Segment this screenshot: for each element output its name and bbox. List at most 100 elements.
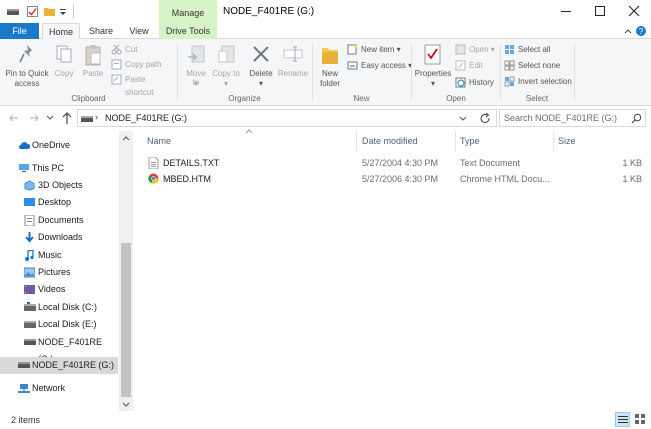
file-row[interactable]: DETAILS.TXT 5/27/2004 4:30 PM Text Docum… <box>145 155 645 171</box>
edit-label: Edit <box>469 61 483 70</box>
nav-item-onedrive[interactable]: OneDrive <box>0 137 118 154</box>
minimize-button[interactable] <box>549 0 583 23</box>
help-icon[interactable]: ? <box>635 25 647 37</box>
maximize-button[interactable] <box>583 0 617 23</box>
nav-item-label: This PC <box>32 163 65 173</box>
nav-item-local-disk-c[interactable]: Local Disk (C:) <box>0 299 118 316</box>
up-arrow-icon[interactable] <box>61 111 73 125</box>
select-none-button[interactable]: Select none <box>504 59 574 72</box>
paste-button[interactable]: Paste <box>80 42 106 92</box>
download-arrow-icon <box>25 232 34 243</box>
column-header-size[interactable]: Size <box>558 133 618 150</box>
tab-share[interactable]: Share <box>82 23 120 39</box>
invert-selection-button[interactable]: Invert selection <box>504 75 579 88</box>
nav-item-label: Pictures <box>38 267 71 277</box>
address-dropdown-icon[interactable] <box>459 115 467 123</box>
search-box[interactable]: Search NODE_F401RE (G:) <box>499 109 646 127</box>
close-button[interactable] <box>617 0 651 23</box>
file-size: 1 KB <box>622 174 642 184</box>
copy-icon <box>56 45 72 63</box>
recent-locations-chevron-icon[interactable] <box>46 114 54 122</box>
ribbon: Pin to Quick access Copy Paste Cut Copy … <box>0 39 651 106</box>
copy-path-button[interactable]: Copy path <box>111 58 176 71</box>
scrollbar-thumb[interactable] <box>121 243 131 397</box>
group-label-new: New <box>353 94 370 103</box>
easy-access-label: Easy access <box>361 61 406 70</box>
nav-item-local-disk-e[interactable]: Local Disk (E:) <box>0 316 118 333</box>
history-label: History <box>469 78 494 87</box>
nav-item-music[interactable]: Music <box>0 247 118 264</box>
column-divider[interactable] <box>455 131 456 151</box>
new-item-button[interactable]: New item ▾ <box>347 43 412 56</box>
breadcrumb-separator-icon[interactable]: › <box>95 112 98 122</box>
pin-icon <box>19 45 32 63</box>
nav-item-desktop[interactable]: Desktop <box>0 194 118 211</box>
tab-file[interactable]: File <box>0 23 39 39</box>
paste-shortcut-icon <box>111 74 122 85</box>
edit-button[interactable]: Edit <box>455 59 500 72</box>
large-icons-view-button[interactable] <box>633 412 648 427</box>
delete-button[interactable]: Delete ▾ <box>247 42 275 92</box>
tab-view[interactable]: View <box>122 23 156 39</box>
customize-quick-access-icon[interactable] <box>59 6 67 17</box>
scroll-up-icon[interactable] <box>122 134 130 142</box>
open-label: Open <box>469 45 489 54</box>
window-title: NODE_F401RE (G:) <box>223 6 315 17</box>
column-divider[interactable] <box>356 131 357 151</box>
column-header-type[interactable]: Type <box>460 133 550 150</box>
tab-home[interactable]: Home <box>42 23 80 40</box>
file-size: 1 KB <box>622 158 642 168</box>
nav-item-3d-objects[interactable]: 3D Objects <box>0 177 118 194</box>
pin-label: Pin to Quick access <box>5 69 49 88</box>
cube-icon <box>24 180 35 191</box>
collapse-ribbon-icon[interactable] <box>623 26 633 36</box>
back-arrow-icon[interactable] <box>8 112 20 124</box>
edit-icon <box>455 60 466 71</box>
file-row[interactable]: MBED.HTM 5/27/2006 4:30 PM Chrome HTML D… <box>145 171 645 187</box>
nav-item-node-f401re-g-selected[interactable]: NODE_F401RE (G:) <box>0 357 118 374</box>
properties-button[interactable]: Properties ▾ <box>414 42 452 92</box>
drive-icon[interactable] <box>6 6 20 17</box>
usb-drive-icon <box>24 339 36 345</box>
history-button[interactable]: History <box>455 76 500 89</box>
open-button[interactable]: Open ▾ <box>455 43 500 56</box>
column-header-name[interactable]: Name <box>147 133 352 150</box>
column-header-date-modified[interactable]: Date modified <box>362 133 452 150</box>
refresh-icon[interactable] <box>480 113 491 124</box>
nav-item-this-pc[interactable]: This PC <box>0 160 118 177</box>
nav-item-downloads[interactable]: Downloads <box>0 229 118 246</box>
new-item-dropdown-icon: ▾ <box>394 45 401 54</box>
forward-arrow-icon[interactable] <box>28 112 40 124</box>
tab-drive-tools[interactable]: Drive Tools <box>159 23 217 39</box>
select-all-button[interactable]: Select all <box>504 43 574 56</box>
breadcrumb-current[interactable]: NODE_F401RE (G:) <box>105 113 187 123</box>
scroll-down-icon[interactable] <box>122 401 130 409</box>
copy-to-button[interactable]: Copy to ▾ <box>212 42 240 92</box>
delete-x-icon <box>253 46 269 62</box>
nav-item-documents[interactable]: Documents <box>0 212 118 229</box>
nav-item-node-f401re-g[interactable]: NODE_F401RE (G:) <box>0 334 118 364</box>
pin-quick-access-button[interactable]: Pin to Quick access <box>2 42 52 92</box>
file-name: DETAILS.TXT <box>163 158 220 168</box>
copy-button[interactable]: Copy <box>52 42 76 92</box>
cut-button[interactable]: Cut <box>111 43 171 56</box>
file-type: Chrome HTML Docu... <box>460 174 550 184</box>
rename-button[interactable]: Rename <box>277 42 309 92</box>
search-icon[interactable] <box>631 113 642 124</box>
file-date-modified: 5/27/2006 4:30 PM <box>362 174 439 184</box>
move-to-button[interactable]: Move to ▾ <box>182 42 210 92</box>
large-icons-view-icon <box>635 414 645 424</box>
details-view-button[interactable] <box>615 412 630 427</box>
paste-shortcut-button[interactable]: Paste shortcut <box>111 73 176 97</box>
nav-item-videos[interactable]: Videos <box>0 281 118 298</box>
address-bar[interactable]: › NODE_F401RE (G:) <box>77 109 497 127</box>
column-divider[interactable] <box>553 131 554 151</box>
search-input[interactable]: Search NODE_F401RE (G:) <box>504 113 617 123</box>
nav-item-network[interactable]: Network <box>0 380 118 397</box>
nav-item-pictures[interactable]: Pictures <box>0 264 118 281</box>
folder-icon[interactable] <box>44 6 55 17</box>
properties-checkmark-icon[interactable] <box>27 6 38 17</box>
easy-access-button[interactable]: Easy access ▾ <box>347 59 417 72</box>
new-folder-button[interactable]: New folder <box>316 42 344 92</box>
nav-scrollbar[interactable] <box>119 131 133 412</box>
